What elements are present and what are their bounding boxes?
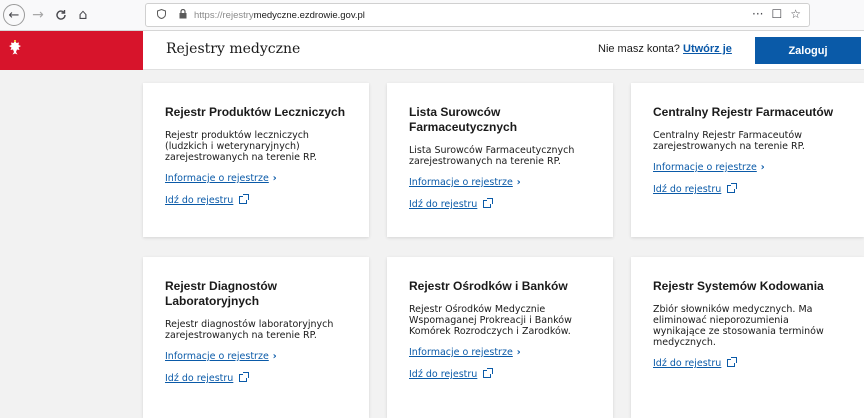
registry-card: Lista Surowców Farmaceutycznych Lista Su…	[387, 83, 613, 237]
card-title: Rejestr Systemów Kodowania	[653, 279, 824, 293]
url-text: https://rejestrymedyczne.ezdrowie.gov.pl	[194, 10, 365, 21]
external-link-icon	[727, 183, 738, 193]
login-button[interactable]: Zaloguj	[755, 37, 861, 64]
home-icon[interactable]: ⌂	[74, 4, 92, 26]
card-description: Rejestr diagnostów laboratoryjnych zarej…	[165, 319, 334, 341]
info-link-label: Informacje o rejestrze	[409, 177, 513, 188]
go-link-label: Idź do rejestru	[165, 373, 234, 384]
go-to-registry-link[interactable]: Idź do rejestru	[165, 194, 349, 206]
info-link[interactable]: Informacje o rejestrze ›	[653, 162, 844, 173]
registry-card: Rejestr Systemów Kodowania Zbiór słownik…	[631, 257, 864, 418]
go-link-label: Idź do rejestru	[409, 369, 478, 380]
url-bar[interactable]: https://rejestrymedyczne.ezdrowie.gov.pl…	[145, 3, 810, 27]
create-account-link[interactable]: Utwórz je	[683, 43, 732, 55]
card-description: Rejestr produktów leczniczych (ludzkich …	[165, 130, 317, 163]
info-link[interactable]: Informacje o rejestrze ›	[165, 173, 349, 184]
card-title: Rejestr Produktów Leczniczych	[165, 105, 346, 119]
card-title: Centralny Rejestr Farmaceutów	[653, 105, 834, 119]
registry-card: Rejestr Diagnostów Laboratoryjnych Rejes…	[143, 257, 369, 418]
site-header: Rejestry medyczne Nie masz konta? Utwórz…	[0, 31, 864, 70]
card-description: Zbiór słowników medycznych. Ma eliminowa…	[653, 304, 824, 348]
url-domain: medyczne.ezdrowie.gov.pl	[253, 9, 365, 21]
registry-card: Centralny Rejestr Farmaceutów Centralny …	[631, 83, 864, 237]
no-account-text: Nie masz konta?	[598, 43, 680, 55]
page-title[interactable]: Rejestry medyczne	[166, 41, 300, 57]
info-link-label: Informacje o rejestrze	[653, 162, 757, 173]
card-description: Rejestr Ośrodków Medycznie Wspomaganej P…	[409, 304, 572, 337]
info-link[interactable]: Informacje o rejestrze ›	[409, 347, 593, 358]
info-link-label: Informacje o rejestrze	[165, 173, 269, 184]
chevron-right-icon: ›	[760, 162, 765, 173]
card-title: Rejestr Diagnostów Laboratoryjnych	[165, 279, 278, 308]
card-title: Rejestr Ośrodków i Banków	[409, 279, 568, 293]
external-link-icon	[239, 372, 250, 382]
card-description: Lista Surowców Farmaceutycznych zarejest…	[409, 145, 575, 167]
external-link-icon	[483, 368, 494, 378]
back-icon[interactable]: ←	[3, 4, 25, 26]
go-link-label: Idź do rejestru	[165, 195, 234, 206]
chevron-right-icon: ›	[272, 351, 277, 362]
registry-card: Rejestr Ośrodków i Banków Rejestr Ośrodk…	[387, 257, 613, 418]
go-to-registry-link[interactable]: Idź do rejestru	[409, 198, 593, 210]
go-link-label: Idź do rejestru	[653, 358, 722, 369]
shield-icon[interactable]	[154, 8, 168, 22]
registry-card: Rejestr Produktów Leczniczych Rejestr pr…	[143, 83, 369, 237]
browser-toolbar: ← → ⌂ https://rejestrymedyczne.ezdrowie.…	[0, 0, 864, 31]
info-link[interactable]: Informacje o rejestrze ›	[165, 351, 349, 362]
card-description: Centralny Rejestr Farmaceutów zarejestro…	[653, 130, 805, 152]
go-to-registry-link[interactable]: Idź do rejestru	[165, 372, 349, 384]
reload-icon[interactable]	[52, 4, 70, 26]
go-link-label: Idź do rejestru	[409, 199, 478, 210]
brand-strip	[0, 31, 143, 70]
go-link-label: Idź do rejestru	[653, 184, 722, 195]
eagle-emblem-icon[interactable]	[8, 40, 22, 56]
chevron-right-icon: ›	[516, 177, 521, 188]
pocket-icon[interactable]: ☐	[771, 7, 782, 21]
external-link-icon	[483, 198, 494, 208]
go-to-registry-link[interactable]: Idź do rejestru	[409, 368, 593, 380]
chevron-right-icon: ›	[272, 173, 277, 184]
forward-icon[interactable]: →	[29, 4, 47, 26]
page-actions-icon[interactable]: ···	[752, 7, 763, 21]
external-link-icon	[727, 357, 738, 367]
card-title: Lista Surowców Farmaceutycznych	[409, 105, 518, 134]
go-to-registry-link[interactable]: Idź do rejestru	[653, 183, 844, 195]
go-to-registry-link[interactable]: Idź do rejestru	[653, 357, 844, 369]
info-link[interactable]: Informacje o rejestrze ›	[409, 177, 593, 188]
external-link-icon	[239, 194, 250, 204]
info-link-label: Informacje o rejestrze	[409, 347, 513, 358]
lock-icon[interactable]	[176, 8, 190, 22]
url-prefix: https://rejestry	[194, 9, 254, 21]
url-actions: ··· ☐ ☆	[752, 7, 801, 21]
info-link-label: Informacje o rejestrze	[165, 351, 269, 362]
chevron-right-icon: ›	[516, 347, 521, 358]
bookmark-star-icon[interactable]: ☆	[790, 7, 801, 21]
